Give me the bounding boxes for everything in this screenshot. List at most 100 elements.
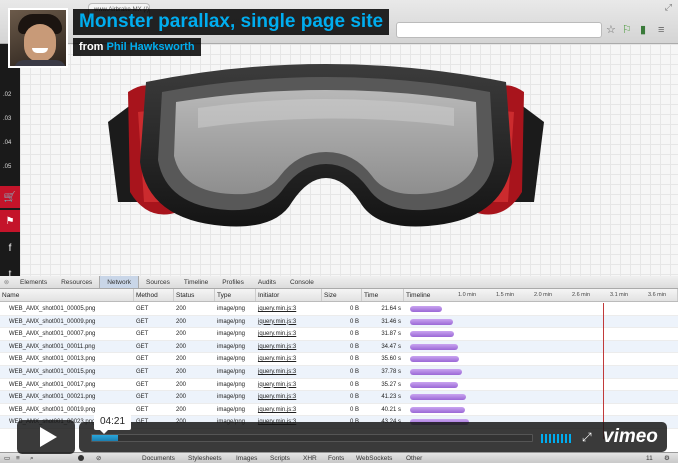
tab-elements[interactable]: Elements	[13, 276, 54, 288]
dock-icon[interactable]: ▭	[4, 453, 10, 463]
column-header-size[interactable]: Size	[322, 289, 362, 301]
cell-name: WEB_AMX_shot001_00007.png	[9, 331, 96, 338]
cell-name: WEB_AMX_shot001_00009.png	[9, 318, 96, 325]
record-icon[interactable]	[78, 455, 84, 461]
facebook-icon[interactable]: f	[0, 237, 20, 259]
filter-documents[interactable]: Documents	[142, 453, 175, 463]
tab-timeline[interactable]: Timeline	[177, 276, 215, 288]
sidebar-number: .02	[3, 92, 12, 98]
play-button[interactable]	[17, 420, 75, 454]
flag-icon[interactable]: ⚐	[622, 23, 632, 37]
tab-resources[interactable]: Resources	[54, 276, 99, 288]
author-link[interactable]: Phil Hawksworth	[107, 41, 195, 53]
wrench-icon[interactable]: ≡	[658, 23, 664, 37]
timeline-bar[interactable]	[410, 318, 454, 325]
cell-initiator[interactable]: jquery.min.js:3	[256, 316, 322, 328]
cell-size: 0 B	[349, 343, 359, 350]
cell-name: WEB_AMX_shot001_00021.png	[9, 394, 96, 401]
cell-initiator[interactable]: jquery.min.js:3	[256, 341, 322, 353]
timeline-bar[interactable]	[410, 343, 458, 350]
table-row[interactable]: WEB_AMX_shot001_00017.png GET 200 image/png…	[0, 379, 678, 392]
network-table-header: Name Method Status Type Initiator Size Time Tim…	[0, 289, 678, 302]
table-row[interactable]: WEB_AMX_shot001_00015.png GET 200 image/png…	[0, 365, 678, 379]
error-count[interactable]: 11	[646, 453, 653, 463]
sidebar: .02.03.04.05.08🛒⚑ft	[0, 44, 20, 285]
console-icon[interactable]: ≡	[16, 453, 20, 463]
progress-track[interactable]	[91, 434, 533, 442]
table-row[interactable]: WEB_AMX_shot001_00021.png GET 200 image/png…	[0, 391, 678, 404]
column-header-status[interactable]: Status	[174, 289, 215, 301]
video-title[interactable]: Monster parallax, single page site	[73, 9, 390, 35]
fullscreen-icon[interactable]: ⤢	[582, 430, 592, 444]
filter-other[interactable]: Other	[406, 453, 422, 463]
cell-size: 0 B	[349, 381, 359, 388]
cell-initiator[interactable]: jquery.min.js:3	[256, 391, 322, 403]
cell-type: image/png	[217, 406, 246, 413]
cell-time: 35.27 s	[381, 381, 401, 388]
cell-initiator[interactable]: jquery.min.js:3	[256, 404, 322, 416]
video-byline: from Phil Hawksworth	[73, 38, 201, 56]
cart-icon[interactable]: 🛒	[0, 186, 20, 208]
cell-method: GET	[136, 306, 149, 312]
extension-icon[interactable]: ▮	[640, 23, 646, 37]
cell-type: image/png	[217, 381, 246, 388]
filter-websockets[interactable]: WebSockets	[356, 453, 392, 463]
play-icon	[39, 427, 57, 447]
tab-network[interactable]: Network	[99, 276, 140, 288]
filter-fonts[interactable]: Fonts	[328, 453, 344, 463]
author-avatar[interactable]	[8, 8, 68, 68]
filter-scripts[interactable]: Scripts	[270, 453, 290, 463]
timeline-bar[interactable]	[410, 368, 462, 375]
sidebar-number: .04	[3, 140, 12, 146]
cell-name: WEB_AMX_shot001_00015.png	[9, 368, 96, 375]
address-bar[interactable]	[396, 22, 602, 38]
cell-initiator[interactable]: jquery.min.js:3	[256, 303, 322, 315]
table-row[interactable]: WEB_AMX_shot001_00005.png GET 200 image/png…	[0, 303, 678, 316]
column-header-type[interactable]: Type	[215, 289, 256, 301]
column-header-method[interactable]: Method	[134, 289, 174, 301]
cell-size: 0 B	[349, 318, 359, 325]
cell-method: GET	[136, 331, 149, 338]
cell-status: 200	[176, 368, 187, 375]
timeline-bar[interactable]	[410, 356, 459, 363]
column-header-time[interactable]: Time	[362, 289, 404, 301]
timeline-bar[interactable]	[410, 331, 455, 338]
cell-initiator[interactable]: jquery.min.js:3	[256, 366, 322, 378]
clear-icon[interactable]: ⊘	[96, 453, 101, 463]
cell-status: 200	[176, 406, 187, 413]
cell-type: image/png	[217, 368, 246, 375]
search-icon[interactable]: ⌕	[30, 453, 34, 463]
column-header-name[interactable]: Name	[0, 289, 134, 301]
filter-xhr[interactable]: XHR	[303, 453, 317, 463]
filter-stylesheets[interactable]: Stylesheets	[188, 453, 222, 463]
cell-name: WEB_AMX_shot001_00011.png	[9, 343, 95, 350]
close-icon[interactable]: ⊗	[0, 276, 13, 288]
table-row[interactable]: WEB_AMX_shot001_00011.png GET 200 image/png…	[0, 340, 678, 354]
window-resize-icon[interactable]: ⤢	[665, 2, 672, 13]
column-header-initiator[interactable]: Initiator	[256, 289, 322, 301]
cell-method: GET	[136, 368, 149, 375]
cell-initiator[interactable]: jquery.min.js:3	[256, 379, 322, 391]
tab-console[interactable]: Console	[283, 276, 321, 288]
table-row[interactable]: WEB_AMX_shot001_00007.png GET 200 image/png…	[0, 328, 678, 341]
settings-icon[interactable]: ⚙	[664, 453, 670, 463]
vimeo-logo[interactable]: vimeo	[603, 426, 658, 448]
tab-audits[interactable]: Audits	[251, 276, 283, 288]
volume-control[interactable]	[541, 434, 571, 443]
tab-profiles[interactable]: Profiles	[215, 276, 251, 288]
cell-type: image/png	[217, 331, 246, 338]
timeline-bar[interactable]	[410, 306, 443, 312]
cell-type: image/png	[217, 394, 246, 401]
filter-images[interactable]: Images	[236, 453, 257, 463]
timeline-bar[interactable]	[410, 406, 465, 413]
timeline-bar[interactable]	[410, 381, 459, 388]
cell-initiator[interactable]: jquery.min.js:3	[256, 328, 322, 340]
tab-sources[interactable]: Sources	[139, 276, 177, 288]
star-icon[interactable]: ☆	[606, 23, 616, 37]
location-pin-icon[interactable]: ⚑	[0, 210, 20, 232]
time-badge: 04:21	[94, 414, 132, 434]
timeline-bar[interactable]	[410, 394, 466, 401]
table-row[interactable]: WEB_AMX_shot001_00009.png GET 200 image/png…	[0, 315, 678, 329]
cell-initiator[interactable]: jquery.min.js:3	[256, 353, 322, 365]
table-row[interactable]: WEB_AMX_shot001_00013.png GET 200 image/png…	[0, 353, 678, 366]
